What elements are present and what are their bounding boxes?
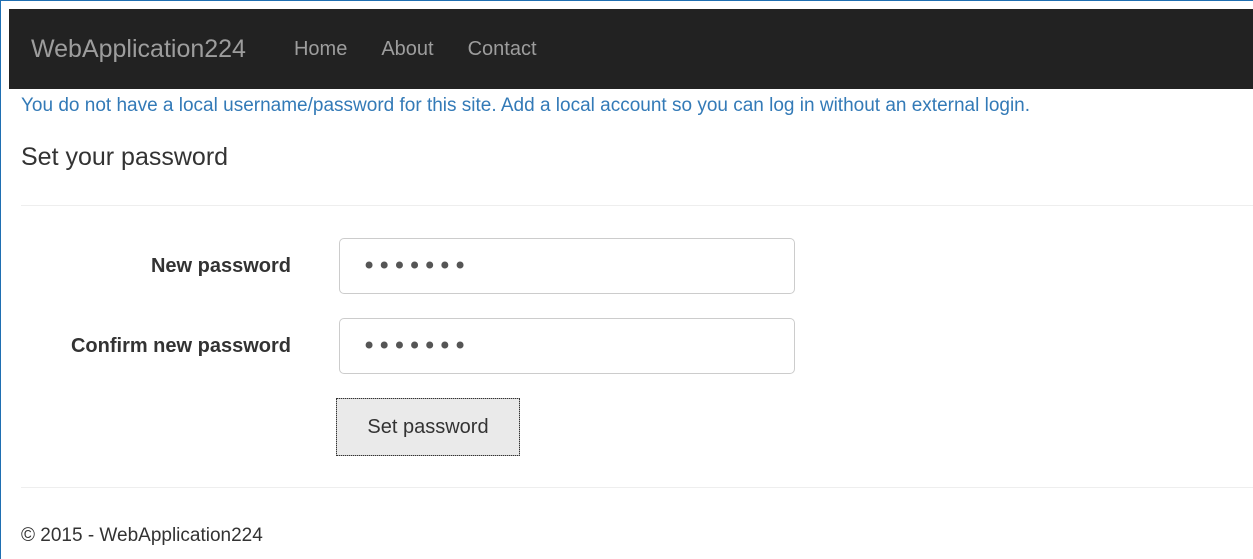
divider: [21, 205, 1253, 206]
nav-link-contact[interactable]: Contact: [468, 38, 537, 61]
confirm-password-input[interactable]: •••••••: [339, 318, 795, 374]
footer-divider: [21, 487, 1253, 488]
page: WebApplication224 Home About Contact You…: [0, 0, 1253, 559]
footer-text: © 2015 - WebApplication224: [21, 525, 263, 546]
info-message: You do not have a local username/passwor…: [21, 95, 1031, 116]
nav-link-home[interactable]: Home: [294, 38, 347, 61]
confirm-password-label: Confirm new password: [70, 335, 291, 357]
new-password-input[interactable]: •••••••: [339, 238, 795, 294]
nav-link-about[interactable]: About: [381, 38, 433, 61]
brand-link[interactable]: WebApplication224: [31, 35, 246, 64]
set-password-button[interactable]: Set password: [336, 398, 520, 456]
new-password-label: New password: [150, 255, 291, 277]
page-title: Set your password: [21, 143, 229, 171]
navbar: WebApplication224 Home About Contact: [9, 9, 1253, 89]
